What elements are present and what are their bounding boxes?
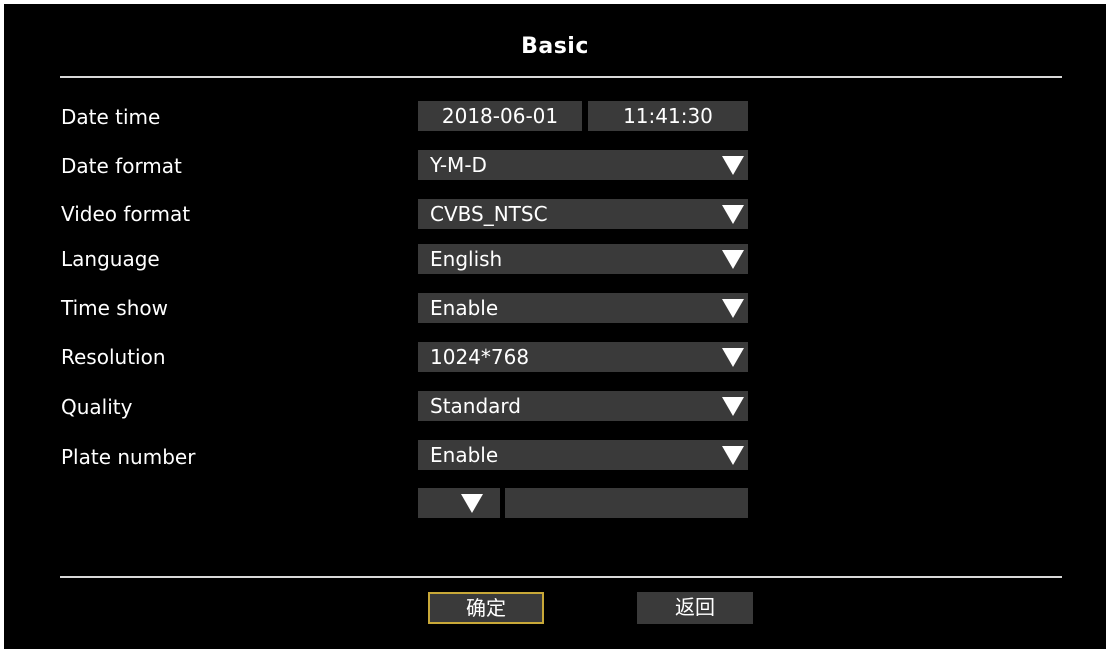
video-format-value: CVBS_NTSC — [430, 202, 548, 226]
time-show-label: Time show — [61, 296, 168, 320]
time-value: 11:41:30 — [623, 104, 713, 128]
quality-select[interactable]: Standard — [418, 391, 748, 421]
footer-divider — [60, 576, 1062, 578]
video-format-label: Video format — [61, 202, 191, 226]
plate-number-select[interactable]: Enable — [418, 440, 748, 470]
resolution-value: 1024*768 — [430, 345, 530, 369]
resolution-select[interactable]: 1024*768 — [418, 342, 748, 372]
time-show-value: Enable — [430, 296, 499, 320]
dropdown-arrow-icon — [722, 156, 744, 175]
resolution-label: Resolution — [61, 345, 166, 369]
date-value: 2018-06-01 — [441, 104, 559, 128]
confirm-button[interactable]: 确定 — [428, 592, 544, 624]
plate-prefix-select[interactable] — [418, 488, 500, 518]
time-field[interactable]: 11:41:30 — [588, 101, 748, 131]
quality-label: Quality — [61, 395, 133, 419]
dropdown-arrow-icon — [722, 205, 744, 224]
quality-value: Standard — [430, 394, 521, 418]
title-divider — [60, 76, 1062, 78]
date-time-label: Date time — [61, 105, 161, 129]
settings-screen: Basic Date time 2018-06-01 11:41:30 Date… — [4, 4, 1106, 649]
dropdown-arrow-icon — [461, 494, 483, 513]
dropdown-arrow-icon — [722, 397, 744, 416]
plate-number-input[interactable] — [505, 488, 748, 518]
time-show-select[interactable]: Enable — [418, 293, 748, 323]
language-select[interactable]: English — [418, 244, 748, 274]
page-title: Basic — [521, 34, 589, 59]
dropdown-arrow-icon — [722, 250, 744, 269]
date-format-select[interactable]: Y-M-D — [418, 150, 748, 180]
video-format-select[interactable]: CVBS_NTSC — [418, 199, 748, 229]
dropdown-arrow-icon — [722, 446, 744, 465]
plate-number-label: Plate number — [61, 445, 196, 469]
dropdown-arrow-icon — [722, 348, 744, 367]
language-label: Language — [61, 247, 160, 271]
date-format-value: Y-M-D — [430, 153, 487, 177]
dropdown-arrow-icon — [722, 299, 744, 318]
plate-number-value: Enable — [430, 443, 499, 467]
language-value: English — [430, 247, 503, 271]
back-button[interactable]: 返回 — [637, 592, 753, 624]
date-field[interactable]: 2018-06-01 — [418, 101, 582, 131]
date-format-label: Date format — [61, 154, 182, 178]
